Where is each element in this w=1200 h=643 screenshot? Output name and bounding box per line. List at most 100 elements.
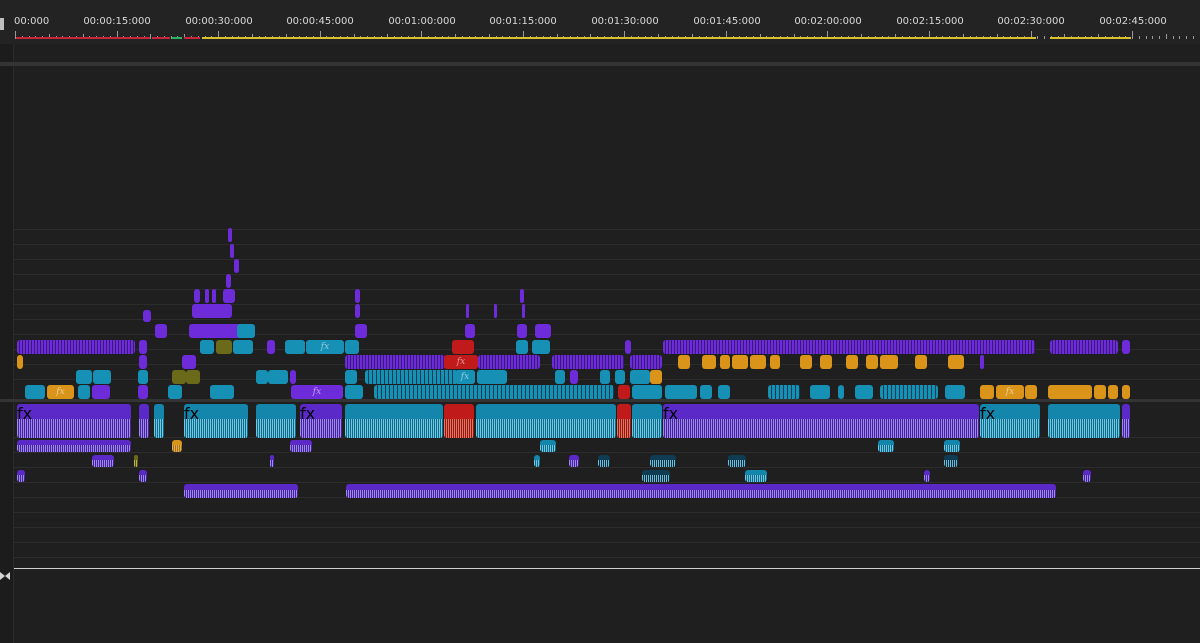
video-clip[interactable] [212, 289, 216, 303]
video-clip[interactable] [945, 385, 965, 399]
video-clip[interactable] [226, 274, 231, 288]
video-clip[interactable] [770, 355, 780, 369]
audio-clip[interactable] [598, 455, 610, 467]
video-clip[interactable] [93, 370, 111, 384]
audio-clip[interactable] [172, 440, 182, 452]
video-clip[interactable] [522, 304, 525, 318]
audio-clip[interactable] [184, 484, 298, 498]
video-clip[interactable] [478, 355, 540, 369]
video-clip[interactable] [345, 355, 445, 369]
video-clip[interactable] [216, 340, 232, 354]
video-clip[interactable] [1122, 385, 1130, 399]
video-clip[interactable] [143, 310, 151, 322]
audio-clip[interactable] [256, 404, 296, 438]
video-clip[interactable] [17, 355, 23, 369]
audio-clip[interactable]: fx [300, 404, 342, 438]
video-clip[interactable]: fx [291, 385, 343, 399]
video-clip[interactable] [625, 340, 631, 354]
video-clip[interactable] [194, 289, 200, 303]
video-clip[interactable] [228, 228, 232, 242]
video-clip[interactable] [800, 355, 812, 369]
video-clip[interactable] [285, 340, 305, 354]
video-clip[interactable] [345, 370, 357, 384]
video-clip[interactable] [1048, 385, 1092, 399]
video-clip[interactable] [915, 355, 927, 369]
video-clip[interactable] [880, 355, 898, 369]
audio-clip[interactable] [476, 404, 616, 438]
audio-clip[interactable] [1122, 404, 1130, 438]
video-clip[interactable] [516, 340, 528, 354]
video-clip[interactable] [138, 385, 148, 399]
video-clip[interactable] [466, 304, 469, 318]
audio-clip[interactable]: fx [663, 404, 979, 438]
audio-clip[interactable] [345, 404, 443, 438]
video-clip[interactable] [768, 385, 800, 399]
video-clip[interactable] [374, 385, 614, 399]
video-clip[interactable] [520, 289, 524, 303]
video-clip[interactable] [139, 340, 147, 354]
video-clip[interactable] [552, 355, 624, 369]
video-clip[interactable] [650, 370, 662, 384]
audio-clip[interactable] [617, 404, 631, 438]
audio-clip[interactable] [92, 455, 114, 467]
video-clip[interactable] [355, 289, 360, 303]
audio-clip[interactable] [290, 440, 312, 452]
video-clip[interactable] [139, 355, 147, 369]
video-clip[interactable] [345, 385, 363, 399]
video-clip[interactable] [732, 355, 748, 369]
work-area-segment[interactable] [184, 37, 200, 39]
video-clip[interactable] [980, 385, 994, 399]
video-clip[interactable] [838, 385, 844, 399]
audio-clip[interactable] [154, 404, 164, 438]
audio-clip[interactable] [924, 470, 930, 482]
video-clip[interactable] [718, 385, 730, 399]
video-clip[interactable] [678, 355, 690, 369]
work-area-segment[interactable] [16, 37, 135, 39]
video-clip[interactable] [948, 355, 964, 369]
video-clip[interactable] [494, 304, 497, 318]
video-clip[interactable] [256, 370, 268, 384]
video-clip[interactable] [700, 385, 712, 399]
video-clip[interactable] [182, 355, 196, 369]
video-clip[interactable] [632, 385, 662, 399]
audio-clip[interactable] [632, 404, 662, 438]
audio-clip[interactable] [444, 404, 474, 438]
video-clip[interactable] [555, 370, 565, 384]
video-audio-divider[interactable] [0, 399, 1200, 402]
video-clip[interactable] [78, 385, 90, 399]
video-clip[interactable] [168, 385, 182, 399]
video-clip[interactable] [234, 259, 239, 273]
audio-clip[interactable] [650, 455, 676, 467]
audio-clip[interactable]: fx [17, 404, 131, 438]
audio-clip[interactable] [534, 455, 540, 467]
video-clip[interactable] [477, 370, 507, 384]
video-clip[interactable] [750, 355, 766, 369]
audio-clip[interactable] [1048, 404, 1120, 438]
work-area-segment[interactable] [202, 37, 1036, 39]
audio-clip[interactable] [17, 440, 131, 452]
audio-clip[interactable] [878, 440, 894, 452]
video-clip[interactable] [880, 385, 938, 399]
audio-clip[interactable] [745, 470, 767, 482]
audio-clip[interactable] [944, 440, 960, 452]
video-clip[interactable] [1108, 385, 1118, 399]
video-clip[interactable] [465, 324, 475, 338]
audio-clip[interactable] [134, 455, 138, 467]
video-clip[interactable] [155, 324, 167, 338]
playhead-line[interactable] [14, 568, 1200, 569]
work-area-segment[interactable] [135, 37, 150, 39]
audio-clip[interactable] [17, 470, 25, 482]
audio-clip[interactable] [944, 455, 958, 467]
audio-clip[interactable]: fx [980, 404, 1040, 438]
video-clip[interactable] [290, 370, 296, 384]
video-clip[interactable] [172, 370, 186, 384]
video-clip[interactable] [846, 355, 858, 369]
audio-clip[interactable] [728, 455, 746, 467]
video-clip[interactable] [205, 289, 209, 303]
bow-tie-icon[interactable] [0, 571, 10, 581]
video-clip[interactable] [1050, 340, 1118, 354]
work-area-segment[interactable] [1050, 37, 1131, 39]
video-clip[interactable] [855, 385, 873, 399]
video-clip[interactable] [570, 370, 578, 384]
video-clip[interactable]: fx [444, 355, 478, 369]
